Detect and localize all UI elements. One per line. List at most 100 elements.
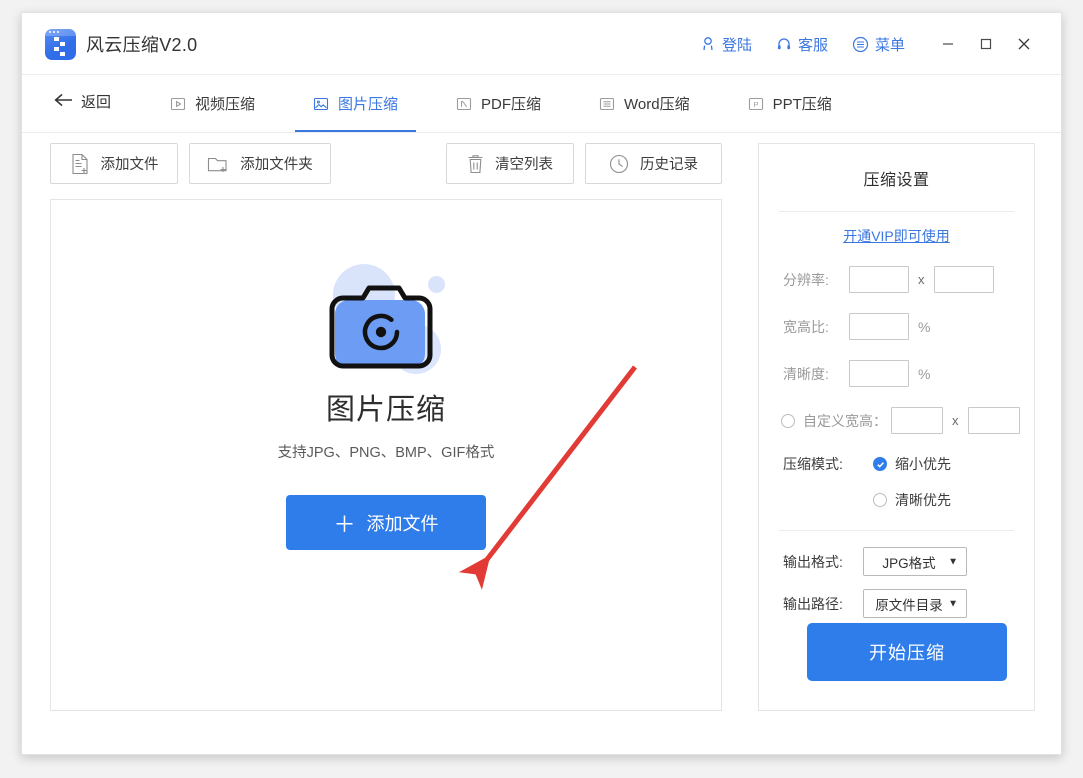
dropzone-add-file-button[interactable]: ＋ 添加文件 <box>286 495 486 550</box>
vip-upgrade-link[interactable]: 开通VIP即可使用 <box>759 226 1034 246</box>
add-file-label: 添加文件 <box>100 157 159 173</box>
tab-pdf-compress[interactable]: PDF压缩 <box>438 75 559 132</box>
compress-mode-clarity-label: 清晰优先 <box>895 492 951 508</box>
app-window: 风云压缩V2.0 登陆 客服 菜单 返回 视频压缩 图片压缩 PDF压缩 Wor… <box>21 12 1062 755</box>
compress-mode-row: 压缩模式: 缩小优先 <box>759 454 1034 474</box>
tab-list: 视频压缩 图片压缩 PDF压缩 Word压缩 P PPT压缩 <box>152 75 872 132</box>
compress-mode-shrink-label: 缩小优先 <box>895 456 951 472</box>
menu-label: 菜单 <box>874 36 905 54</box>
maximize-button[interactable] <box>967 30 1005 58</box>
nav-bar: 返回 视频压缩 图片压缩 PDF压缩 Word压缩 P PPT压缩 <box>22 75 1061 133</box>
file-dropzone[interactable]: 图片压缩 支持JPG、PNG、BMP、GIF格式 ＋ 添加文件 <box>50 199 722 711</box>
menu-list-icon <box>852 36 875 53</box>
start-compression-button[interactable]: 开始压缩 <box>807 623 1007 681</box>
custom-size-separator: x <box>952 413 959 428</box>
dropzone-add-file-label: 添加文件 <box>366 513 439 534</box>
resolution-height-input[interactable] <box>933 266 994 293</box>
title-bar: 风云压缩V2.0 登陆 客服 菜单 <box>22 13 1061 75</box>
menu-button[interactable]: 菜单 <box>852 34 905 55</box>
custom-height-input[interactable] <box>967 407 1020 434</box>
folder-add-icon <box>207 154 229 174</box>
ppt-icon: P <box>748 96 764 112</box>
tab-label: 图片压缩 <box>338 96 399 113</box>
compress-mode-row-2: 清晰优先 <box>759 490 1034 510</box>
tab-ppt-compress[interactable]: P PPT压缩 <box>730 75 850 132</box>
output-path-value: 原文件目录 <box>875 597 943 613</box>
chevron-down-icon: ▼ <box>948 556 958 567</box>
output-path-row: 输出路径: 原文件目录 ▼ <box>759 589 1034 618</box>
image-icon <box>313 96 329 112</box>
titlebar-actions: 登陆 客服 菜单 <box>700 30 1043 58</box>
tab-label: 视频压缩 <box>195 96 256 113</box>
resolution-row: 分辨率: x <box>759 266 1034 293</box>
history-label: 历史记录 <box>640 157 698 173</box>
output-format-value: JPG格式 <box>882 555 936 571</box>
back-button[interactable]: 返回 <box>54 91 111 112</box>
compress-mode-radio-shrink[interactable] <box>873 457 887 471</box>
tab-word-compress[interactable]: Word压缩 <box>581 75 708 132</box>
history-button[interactable]: 历史记录 <box>585 143 722 184</box>
tab-label: PPT压缩 <box>772 96 832 113</box>
custom-size-radio[interactable] <box>781 413 795 428</box>
output-format-label: 输出格式: <box>783 553 843 570</box>
add-file-button[interactable]: 添加文件 <box>50 143 178 184</box>
user-icon <box>700 36 722 52</box>
headset-icon <box>776 36 798 52</box>
clock-icon <box>609 154 629 174</box>
back-label: 返回 <box>81 94 112 111</box>
aspect-ratio-row: 宽高比: % <box>759 313 1034 340</box>
custom-size-label: 自定义宽高： <box>803 412 887 429</box>
login-label: 登陆 <box>721 36 752 54</box>
trash-icon <box>467 154 484 174</box>
custom-width-input[interactable] <box>891 407 943 434</box>
aspect-ratio-label: 宽高比: <box>783 318 829 335</box>
custom-size-row: 自定义宽高： x <box>759 407 1034 434</box>
file-add-icon <box>70 153 90 175</box>
clear-list-label: 清空列表 <box>495 157 553 173</box>
minimize-button[interactable] <box>929 30 967 58</box>
app-title: 风云压缩V2.0 <box>86 35 198 55</box>
login-button[interactable]: 登陆 <box>700 34 752 55</box>
output-path-label: 输出路径: <box>783 595 843 612</box>
main-content: 添加文件 添加文件夹 清空列表 历史记录 图片压缩 支持JPG、PNG、BMP、… <box>22 133 1061 755</box>
pdf-icon <box>456 96 472 112</box>
chevron-down-icon: ▼ <box>948 598 958 609</box>
output-path-select[interactable]: 原文件目录 ▼ <box>863 589 967 618</box>
resolution-width-input[interactable] <box>849 266 909 293</box>
resolution-label: 分辨率: <box>783 271 829 288</box>
tab-label: PDF压缩 <box>481 96 542 113</box>
clarity-unit: % <box>918 365 931 382</box>
compress-mode-label: 压缩模式: <box>783 456 843 472</box>
aspect-ratio-input[interactable] <box>849 313 909 340</box>
close-button[interactable] <box>1005 30 1043 58</box>
add-folder-label: 添加文件夹 <box>240 157 313 173</box>
settings-title: 压缩设置 <box>863 172 930 189</box>
tab-image-compress[interactable]: 图片压缩 <box>295 75 417 132</box>
clear-list-button[interactable]: 清空列表 <box>446 143 574 184</box>
clarity-row: 清晰度: % <box>759 360 1034 387</box>
compression-settings-panel: 压缩设置 开通VIP即可使用 分辨率: x 宽高比: % 清晰度: % 自定义宽… <box>758 143 1035 711</box>
clarity-input[interactable] <box>849 360 909 387</box>
output-format-row: 输出格式: JPG格式 ▼ <box>759 547 1034 576</box>
video-icon <box>170 96 186 112</box>
support-label: 客服 <box>797 36 828 54</box>
svg-text:P: P <box>753 100 758 109</box>
aspect-ratio-unit: % <box>918 318 931 335</box>
resolution-separator: x <box>918 272 925 287</box>
word-icon <box>599 96 615 112</box>
settings-divider-2 <box>779 530 1014 531</box>
output-format-select[interactable]: JPG格式 ▼ <box>863 547 967 576</box>
add-folder-button[interactable]: 添加文件夹 <box>189 143 331 184</box>
support-button[interactable]: 客服 <box>776 34 828 55</box>
arrow-left-icon <box>54 93 81 111</box>
compress-mode-radio-clarity[interactable] <box>873 493 887 507</box>
dropzone-subtitle: 支持JPG、PNG、BMP、GIF格式 <box>277 445 495 461</box>
settings-divider <box>779 211 1014 212</box>
plus-icon: ＋ <box>333 511 356 537</box>
tab-label: Word压缩 <box>624 96 690 113</box>
tab-video-compress[interactable]: 视频压缩 <box>152 75 273 132</box>
camera-illustration <box>311 262 461 374</box>
zip-app-icon <box>45 29 76 60</box>
dropzone-title: 图片压缩 <box>325 394 446 426</box>
clarity-label: 清晰度: <box>783 365 829 382</box>
